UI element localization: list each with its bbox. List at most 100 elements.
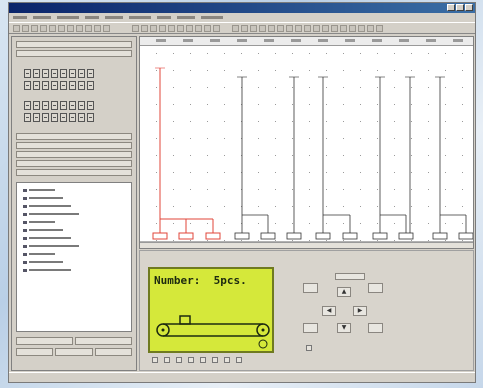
ok-button[interactable] <box>368 283 383 293</box>
tree-item[interactable] <box>23 195 63 200</box>
input-indicator-7[interactable] <box>224 357 230 363</box>
toolbar-button[interactable] <box>295 25 302 32</box>
simulation-panel: Number: 5pcs. ▲ ◀ ▶ ▼ <box>139 250 474 371</box>
toolbar-button[interactable] <box>31 25 38 32</box>
category-button-4[interactable] <box>16 160 132 167</box>
relay-module-row-1[interactable] <box>24 69 94 78</box>
menu-item[interactable] <box>177 16 195 19</box>
tree-item[interactable] <box>23 259 63 264</box>
toolbar-button[interactable] <box>277 25 284 32</box>
maximize-button[interactable] <box>456 4 464 11</box>
toolbar-button[interactable] <box>250 25 257 32</box>
function-button-left[interactable] <box>303 323 318 333</box>
toolbar-button[interactable] <box>232 25 239 32</box>
tree-item[interactable] <box>23 227 63 232</box>
tree-node-icon <box>23 236 27 240</box>
toolbar-button[interactable] <box>367 25 374 32</box>
toolbar-button[interactable] <box>286 25 293 32</box>
option-checkbox[interactable] <box>306 345 312 351</box>
panel-tab-5[interactable] <box>94 348 132 356</box>
panel-tab-1[interactable] <box>16 337 73 345</box>
input-indicator-1[interactable] <box>152 357 158 363</box>
horizontal-scrollbar[interactable] <box>140 242 473 248</box>
category-button-2[interactable] <box>16 142 132 149</box>
input-indicator-4[interactable] <box>188 357 194 363</box>
toolbar-button[interactable] <box>159 25 166 32</box>
toolbar-button[interactable] <box>76 25 83 32</box>
menu-item[interactable] <box>157 16 171 19</box>
toolbar-button[interactable] <box>241 25 248 32</box>
toolbar-button[interactable] <box>177 25 184 32</box>
menu-item[interactable] <box>33 16 51 19</box>
panel-tab-2[interactable] <box>75 337 132 345</box>
toolbar-button[interactable] <box>349 25 356 32</box>
toolbar-button[interactable] <box>204 25 211 32</box>
toolbar-button[interactable] <box>13 25 20 32</box>
toolbar-button[interactable] <box>168 25 175 32</box>
input-indicator-6[interactable] <box>212 357 218 363</box>
toolbar-button[interactable] <box>358 25 365 32</box>
display-control-button[interactable] <box>335 273 365 280</box>
menu-item[interactable] <box>105 16 123 19</box>
toolbar-button[interactable] <box>40 25 47 32</box>
function-button-right[interactable] <box>368 323 383 333</box>
component-tree[interactable] <box>16 182 132 332</box>
input-indicator-3[interactable] <box>176 357 182 363</box>
tree-item[interactable] <box>23 187 55 192</box>
relay-module-row-2[interactable] <box>24 101 94 110</box>
toolbar-button[interactable] <box>195 25 202 32</box>
toolbar-button[interactable] <box>58 25 65 32</box>
panel-tab-4[interactable] <box>55 348 93 356</box>
category-button-1[interactable] <box>16 133 132 140</box>
category-button-5[interactable] <box>16 169 132 176</box>
relay-module-row-2b[interactable] <box>24 113 94 122</box>
toolbar-button[interactable] <box>322 25 329 32</box>
relay-module-row-1b[interactable] <box>24 81 94 90</box>
menu-item[interactable] <box>13 16 27 19</box>
ladder-diagram-canvas[interactable] <box>139 36 474 249</box>
menu-item[interactable] <box>85 16 99 19</box>
input-indicator-2[interactable] <box>164 357 170 363</box>
toolbar-button[interactable] <box>150 25 157 32</box>
toolbar-button[interactable] <box>340 25 347 32</box>
toolbar-button[interactable] <box>67 25 74 32</box>
right-arrow-button[interactable]: ▶ <box>353 306 367 316</box>
toolbar-button[interactable] <box>94 25 101 32</box>
toolbar-button[interactable] <box>268 25 275 32</box>
panel-header-button[interactable] <box>16 41 132 48</box>
input-indicator-5[interactable] <box>200 357 206 363</box>
toolbar-button[interactable] <box>141 25 148 32</box>
toolbar-button[interactable] <box>213 25 220 32</box>
toolbar-button[interactable] <box>132 25 139 32</box>
menu-item[interactable] <box>129 16 151 19</box>
menu-item[interactable] <box>57 16 79 19</box>
toolbar-button[interactable] <box>85 25 92 32</box>
tree-item[interactable] <box>23 203 71 208</box>
panel-tab-3[interactable] <box>16 348 54 356</box>
toolbar-button[interactable] <box>103 25 110 32</box>
toolbar-button[interactable] <box>313 25 320 32</box>
minimize-button[interactable] <box>447 4 455 11</box>
close-button[interactable] <box>465 4 473 11</box>
up-arrow-button[interactable]: ▲ <box>337 287 351 297</box>
toolbar-button[interactable] <box>331 25 338 32</box>
toolbar-button[interactable] <box>22 25 29 32</box>
toolbar-button[interactable] <box>186 25 193 32</box>
panel-category-button[interactable] <box>16 50 132 57</box>
input-indicator-8[interactable] <box>236 357 242 363</box>
tree-item[interactable] <box>23 243 79 248</box>
toolbar-button[interactable] <box>259 25 266 32</box>
tree-item[interactable] <box>23 211 79 216</box>
tree-item[interactable] <box>23 267 71 272</box>
left-arrow-button[interactable]: ◀ <box>322 306 336 316</box>
down-arrow-button[interactable]: ▼ <box>337 323 351 333</box>
toolbar-button[interactable] <box>49 25 56 32</box>
menu-item[interactable] <box>201 16 223 19</box>
tree-item[interactable] <box>23 251 55 256</box>
escape-button[interactable] <box>303 283 318 293</box>
category-button-3[interactable] <box>16 151 132 158</box>
toolbar-button[interactable] <box>304 25 311 32</box>
tree-item[interactable] <box>23 235 71 240</box>
tree-item[interactable] <box>23 219 55 224</box>
toolbar-button[interactable] <box>376 25 383 32</box>
